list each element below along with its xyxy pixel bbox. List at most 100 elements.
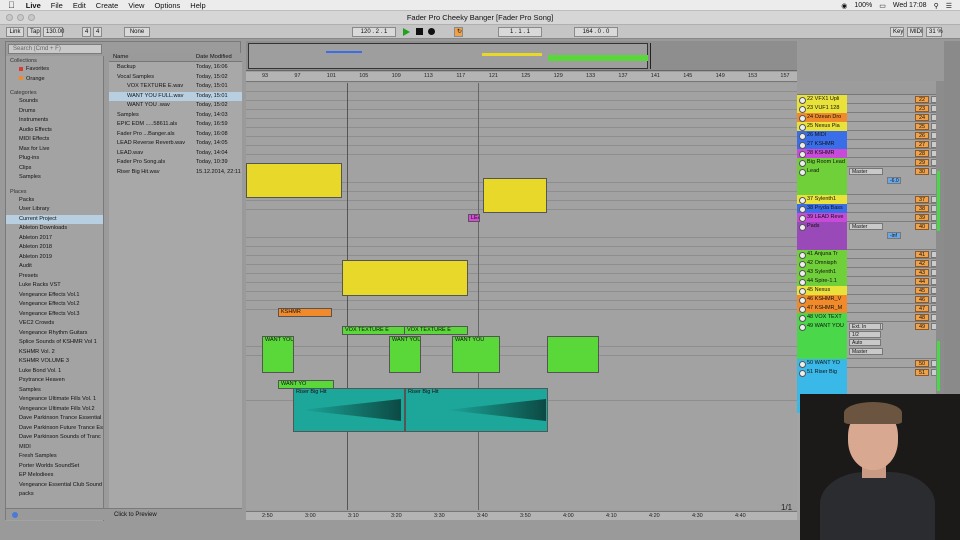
track-header[interactable]: 45 Nexus 45 [797, 286, 944, 295]
place-item[interactable]: EP Melodiees [6, 471, 103, 481]
track-header[interactable]: 48 VOX TEXT 48 [797, 313, 944, 322]
track-header[interactable]: 49 WANT YOU49MasterExt. In1/2AutoMaster [797, 322, 944, 359]
place-item[interactable]: Vengeance Effects Vol.3 [6, 310, 103, 320]
track-header[interactable]: 38 Pryda Bass 38 [797, 204, 944, 213]
battery-icon[interactable]: ▭ [879, 2, 886, 10]
track-header[interactable]: 50 WANT YO 50 [797, 359, 944, 368]
menu-help[interactable]: Help [185, 1, 210, 10]
track-activator[interactable]: 49 [915, 323, 929, 330]
loop-start[interactable]: 1 . 1 . 1 [498, 27, 542, 37]
track-name[interactable]: 49 WANT YOU [797, 322, 847, 359]
place-item[interactable]: Dave Parkinson Future Trance Es [6, 424, 103, 434]
place-item[interactable]: Samples [6, 386, 103, 396]
groove-select[interactable]: None [124, 27, 150, 37]
sig-denominator[interactable]: 4 [93, 27, 102, 37]
track-name[interactable]: 44 Spire-1.1 [797, 277, 847, 286]
track-name[interactable]: 39 LEAD Reve [797, 213, 847, 222]
want-you-clip[interactable]: WANT YOU [389, 336, 421, 373]
track-activator[interactable]: 37 [915, 196, 929, 203]
track-name[interactable]: 43 Sylenth1 [797, 268, 847, 277]
file-row[interactable]: VOX TEXTURE E.wav Today, 15:01 [109, 82, 242, 92]
track-activator[interactable]: 44 [915, 278, 929, 285]
file-row[interactable]: LEAD Reverse Reverb.wav Today, 14:05 [109, 139, 242, 149]
track-header[interactable]: 39 LEAD Reve 39 [797, 213, 944, 222]
pads-clip[interactable] [342, 260, 468, 296]
volume-field[interactable]: -inf [887, 232, 901, 239]
zoom-window-button[interactable] [28, 14, 35, 21]
track-activator[interactable]: 30 [915, 168, 929, 175]
category-item[interactable]: Samples [6, 173, 103, 183]
file-row[interactable]: EPIC EDM .....58611.als Today, 16:59 [109, 120, 242, 130]
track-header[interactable]: 41 Anjuna Tr 41 [797, 250, 944, 259]
browser-search-input[interactable]: Search (Cmd + F) [8, 44, 102, 54]
menu-file[interactable]: File [46, 1, 68, 10]
tap-button[interactable]: Tap [27, 27, 41, 37]
track-activator[interactable]: 24 [915, 114, 929, 121]
category-item[interactable]: Drums [6, 107, 103, 117]
track-activator[interactable]: 27 [915, 141, 929, 148]
place-item[interactable]: Current Project [6, 214, 103, 224]
place-item[interactable]: Ableton 2018 [6, 243, 103, 253]
track-name[interactable]: 25 Nexus Pia [797, 122, 847, 131]
menu-list-icon[interactable]: ☰ [946, 2, 952, 10]
menubar-clock[interactable]: Wed 17:08 [893, 2, 927, 9]
wifi-icon[interactable]: ◉ [841, 2, 847, 10]
track-header[interactable]: Pads 40 Master -inf [797, 222, 944, 250]
place-item[interactable]: Dave Parkinson Trance Essential [6, 414, 103, 424]
place-item[interactable]: Ableton Downloads [6, 224, 103, 234]
track-activator[interactable]: 22 [915, 96, 929, 103]
track-activator[interactable]: 23 [915, 105, 929, 112]
vox-texture-clip[interactable]: VOX TEXTURE E [404, 326, 468, 335]
place-item[interactable]: Porter Worlds SoundSet [6, 462, 103, 472]
close-window-button[interactable] [6, 14, 13, 21]
file-row[interactable]: Fader Pro ...Banger.als Today, 16:08 [109, 130, 242, 140]
place-item[interactable]: Vengeance Ultimate Fills Vol. 1 [6, 395, 103, 405]
track-name[interactable]: 46 KSHMR_V [797, 295, 847, 304]
menu-create[interactable]: Create [91, 1, 124, 10]
sig-numerator[interactable]: 4 [82, 27, 91, 37]
tempo-field[interactable]: 130.00 [43, 27, 64, 37]
track-header[interactable]: 25 Nexus Pia 25 [797, 122, 944, 131]
place-item[interactable]: KSHMR Vol. 2 [6, 348, 103, 358]
file-row[interactable]: Riser Big Hit.wav 15.12.2014, 22:11 [109, 168, 242, 178]
lead-clip[interactable] [483, 178, 547, 213]
track-name[interactable]: 48 VOX TEXT [797, 313, 847, 322]
channel-select[interactable]: 1/2 [849, 331, 881, 338]
midi-map-button[interactable]: MIDI [907, 27, 923, 37]
track-name[interactable]: 37 Sylenth1 [797, 195, 847, 204]
track-name[interactable]: 42 Omnisph [797, 259, 847, 268]
track-name[interactable]: 23 VUF1 128 [797, 104, 847, 113]
track-name[interactable]: Pads [797, 222, 847, 250]
track-activator[interactable]: 47 [915, 305, 929, 312]
place-item[interactable]: Vengeance Effects Vol.2 [6, 300, 103, 310]
track-name[interactable]: 24 Ozean Dro [797, 113, 847, 122]
key-map-button[interactable]: Key [890, 27, 904, 37]
track-header[interactable]: 44 Spire-1.1 44 [797, 277, 944, 286]
place-item[interactable]: Luke Bond Vol. 1 [6, 367, 103, 377]
file-row[interactable]: Samples Today, 14:03 [109, 111, 242, 121]
file-row[interactable]: WANT YOU .wav Today, 15:02 [109, 101, 242, 111]
preview-toggle-icon[interactable] [12, 512, 18, 518]
category-item[interactable]: Max for Live [6, 145, 103, 155]
col-date-header[interactable]: Date Modified [196, 53, 232, 62]
track-header[interactable]: Lead 30 Master -6.0 [797, 167, 944, 195]
battery-percent[interactable]: 100% [854, 2, 872, 9]
place-item[interactable]: VEC2 Crowds [6, 319, 103, 329]
stop-button[interactable] [416, 28, 423, 35]
track-header[interactable]: 37 Sylenth1 37 [797, 195, 944, 204]
volume-field[interactable]: -6.0 [887, 177, 901, 184]
track-name[interactable]: 47 KSHMR_M [797, 304, 847, 313]
play-button[interactable] [403, 28, 410, 36]
category-item[interactable]: Plug-ins [6, 154, 103, 164]
track-name[interactable]: 28 KSHMR [797, 149, 847, 158]
output-select[interactable]: Master [849, 348, 883, 355]
category-item[interactable]: MIDI Effects [6, 135, 103, 145]
track-header[interactable]: 24 Ozean Dro 24 [797, 113, 944, 122]
track-header[interactable]: 22 VFX1 Upli 22 [797, 95, 944, 104]
track-name[interactable]: 50 WANT YO [797, 359, 847, 368]
track-name[interactable]: 45 Nexus [797, 286, 847, 295]
apple-icon[interactable]:  [0, 0, 21, 10]
track-name[interactable]: 27 KSHMR [797, 140, 847, 149]
place-item[interactable]: Presets [6, 272, 103, 282]
place-item[interactable]: Audit [6, 262, 103, 272]
